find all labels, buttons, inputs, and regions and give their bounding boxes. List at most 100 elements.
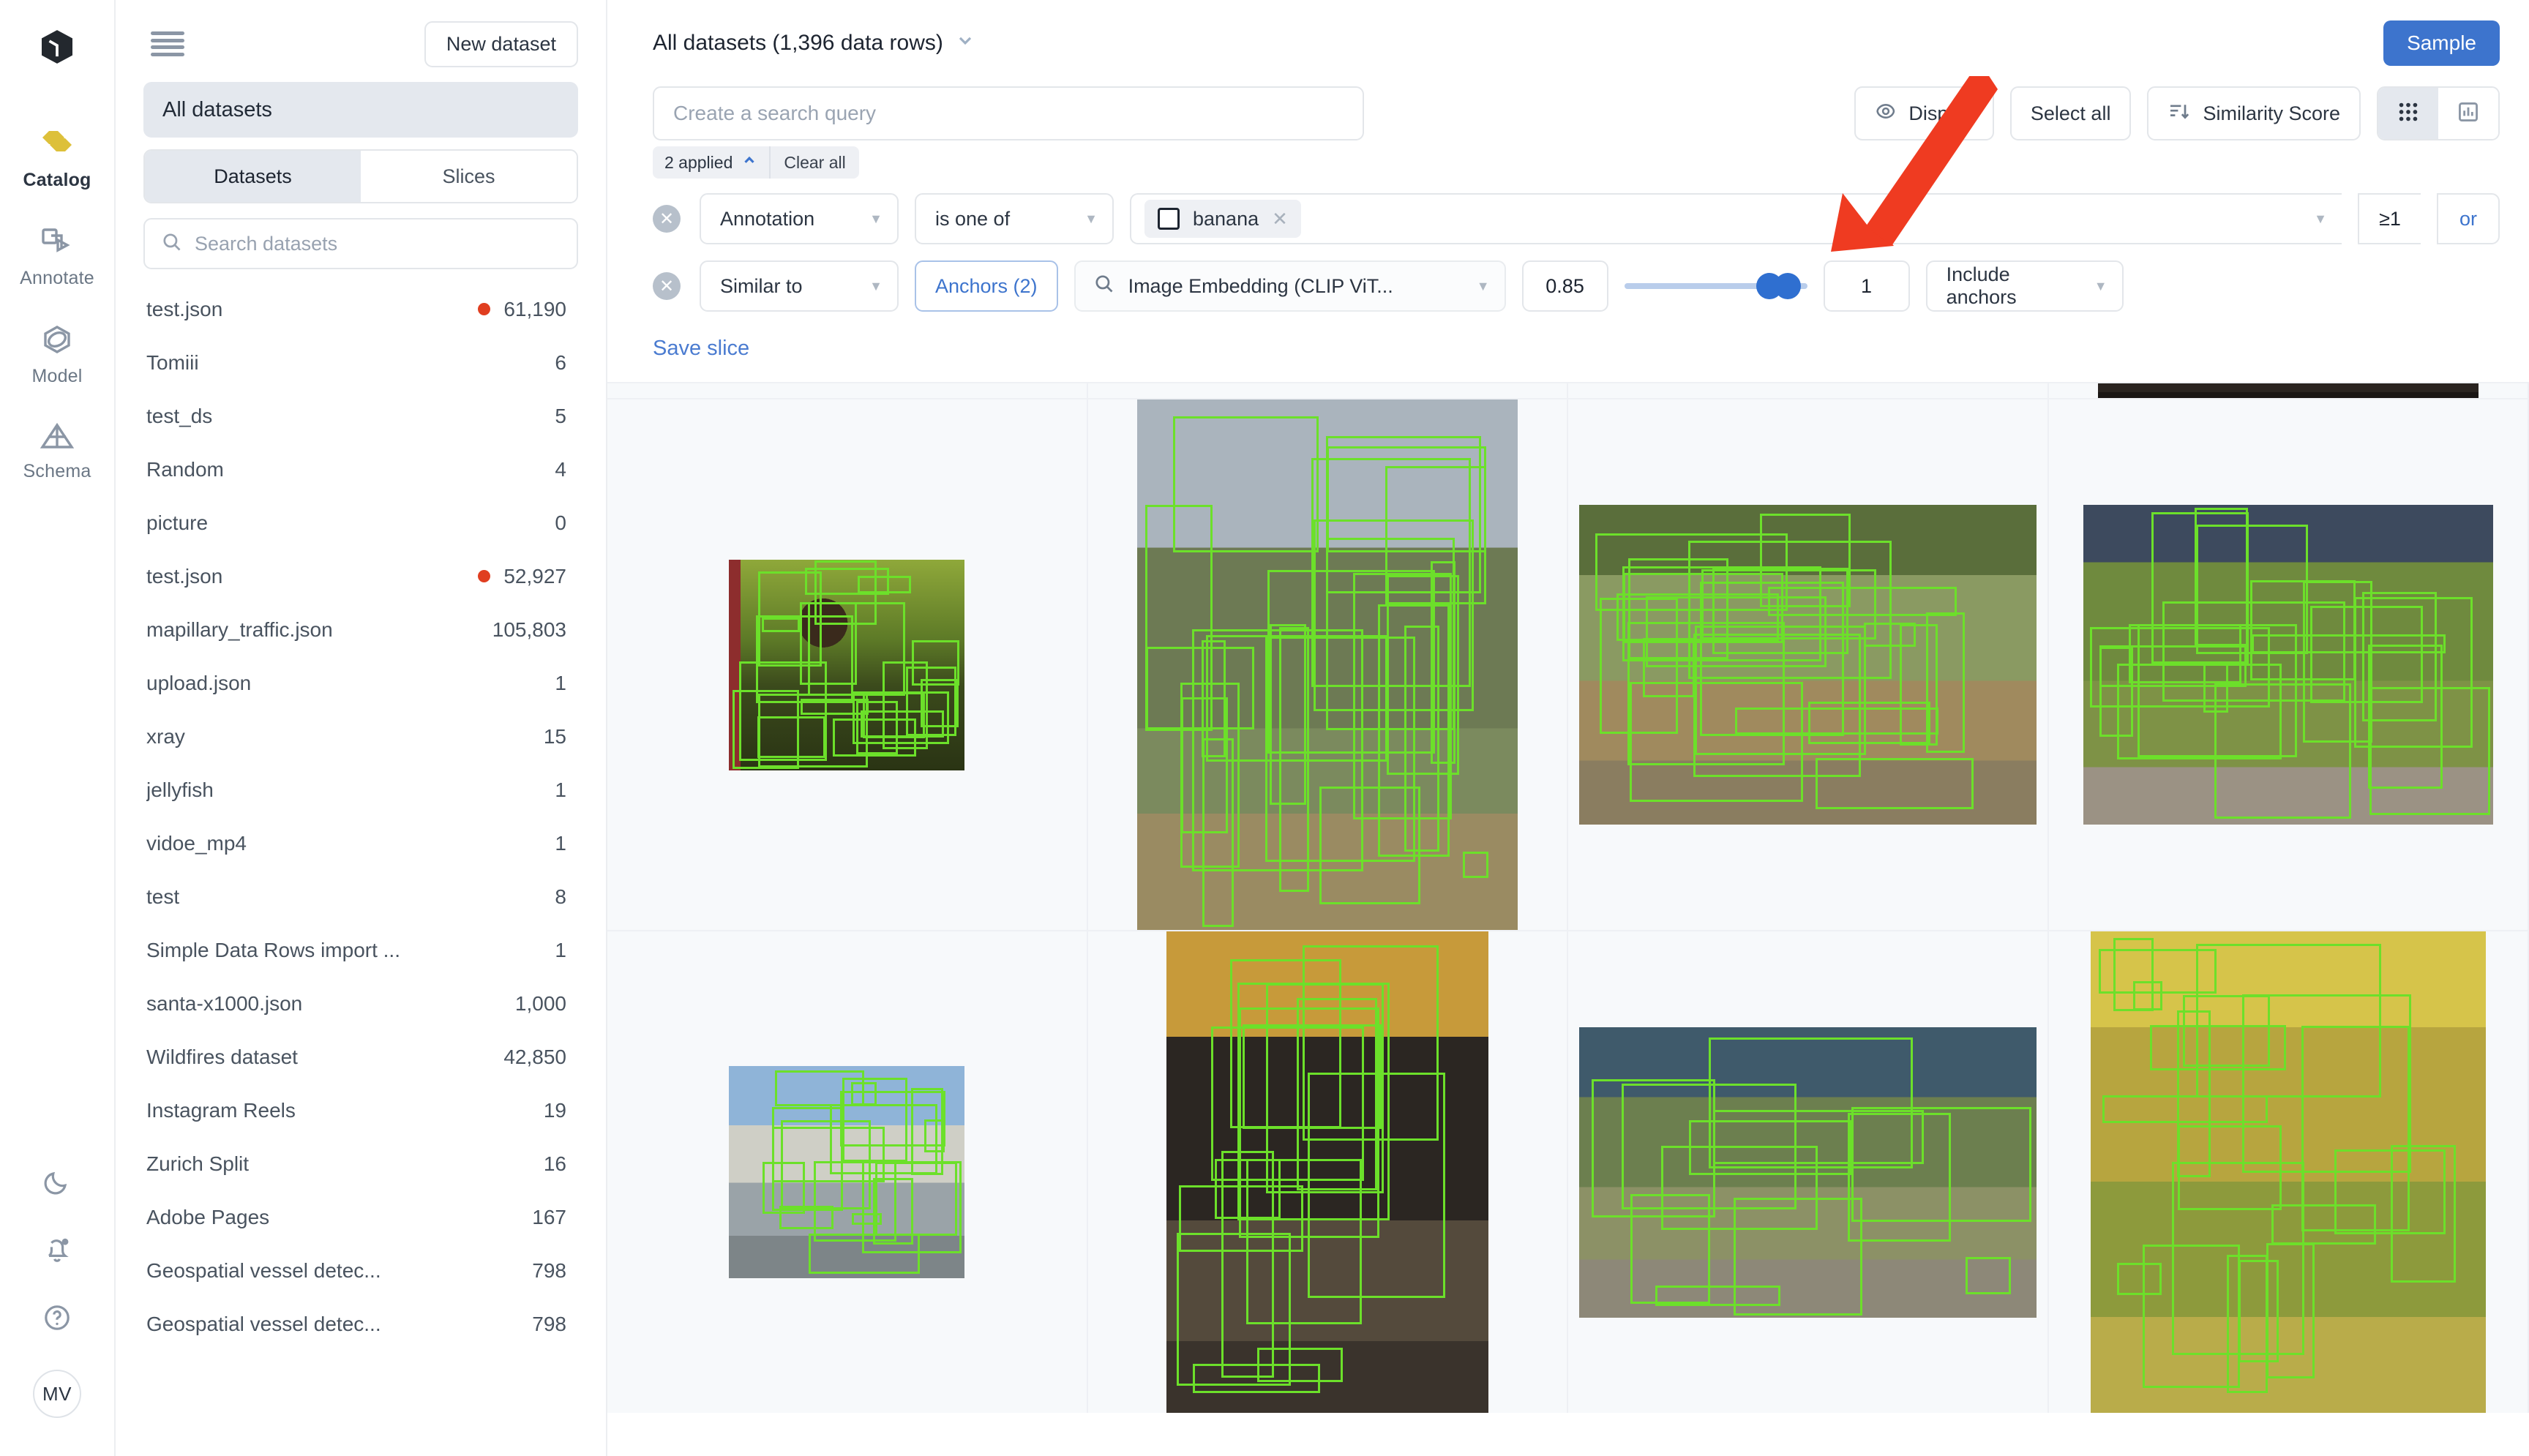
- dataset-list-item[interactable]: Zurich Split 16: [143, 1137, 578, 1190]
- embedding-select[interactable]: Image Embedding (CLIP ViT... ▼: [1074, 260, 1506, 312]
- search-query-input[interactable]: [673, 102, 1344, 125]
- dataset-list-item[interactable]: Adobe Pages 167: [143, 1190, 578, 1244]
- eye-icon: [1875, 100, 1897, 127]
- search-query-box[interactable]: [653, 86, 1364, 140]
- bounding-box-annotation: [1177, 1233, 1292, 1386]
- dataset-row-count: 61,190: [503, 297, 566, 320]
- dataset-list-item[interactable]: santa-x1000.json 1,000: [143, 977, 578, 1030]
- dataset-list-item[interactable]: Wildfires dataset 42,850: [143, 1030, 578, 1084]
- tab-slices[interactable]: Slices: [361, 151, 577, 202]
- grid-view-button[interactable]: [2378, 88, 2438, 139]
- sample-button[interactable]: Sample: [2383, 20, 2500, 66]
- dataset-list-item[interactable]: test 8: [143, 870, 578, 923]
- dataset-search-box[interactable]: [143, 218, 578, 269]
- filter-field-select[interactable]: Annotation ▼: [700, 193, 899, 244]
- main-header: All datasets (1,396 data rows) Sample: [607, 0, 2529, 86]
- help-circle-icon[interactable]: [41, 1302, 73, 1337]
- thumb-man-with-bananas[interactable]: [607, 398, 1088, 930]
- chip-checkbox[interactable]: [1158, 208, 1180, 230]
- partial-thumb-top-3[interactable]: [1568, 382, 2049, 398]
- dataset-list-item[interactable]: vidoe_mp4 1: [143, 817, 578, 870]
- sidebar-item-all-datasets[interactable]: All datasets: [143, 82, 578, 138]
- dataset-row-count: 4: [555, 457, 566, 481]
- thumb-roadside-banana-pile[interactable]: [2048, 398, 2529, 930]
- dataset-name: Wildfires dataset: [146, 1045, 298, 1068]
- dataset-list-item[interactable]: test.json 52,927: [143, 549, 578, 603]
- dataset-list-item[interactable]: xray 15: [143, 710, 578, 763]
- thumb-street-market-vendors[interactable]: [1568, 398, 2049, 930]
- similarity-slider[interactable]: [1624, 260, 1807, 312]
- hamburger-menu-icon[interactable]: [151, 31, 184, 56]
- dataset-list-item[interactable]: Geospatial vessel detec... 798: [143, 1297, 578, 1351]
- search-datasets-input[interactable]: [195, 232, 561, 255]
- rail-label-catalog: Catalog: [23, 170, 91, 190]
- partial-thumb-top-1[interactable]: [607, 382, 1088, 398]
- dataset-list-item[interactable]: test_ds 5: [143, 389, 578, 443]
- filter-value-box[interactable]: banana ✕ ▼: [1130, 193, 2342, 244]
- new-dataset-button[interactable]: New dataset: [424, 20, 578, 67]
- display-button[interactable]: Display: [1854, 86, 1994, 140]
- bounding-box-annotation: [851, 1212, 883, 1226]
- dataset-name: xray: [146, 724, 185, 748]
- filter-value-chip[interactable]: banana ✕: [1144, 200, 1301, 238]
- sort-descending-icon: [2168, 100, 2191, 128]
- thumb-vegetable-seller[interactable]: [1568, 930, 2049, 1413]
- breadcrumb[interactable]: All datasets (1,396 data rows): [653, 30, 975, 56]
- dataset-list-item[interactable]: Geospatial vessel detec... 798: [143, 1244, 578, 1297]
- select-all-button[interactable]: Select all: [2009, 86, 2132, 140]
- dataset-meta: 5: [555, 405, 566, 428]
- bell-icon[interactable]: [41, 1234, 73, 1269]
- top-k-input[interactable]: 1: [1823, 260, 1910, 312]
- thumb-shopkeeper-banana-stall[interactable]: [1087, 930, 1568, 1413]
- dataset-list-item[interactable]: picture 0: [143, 496, 578, 549]
- rail-item-model[interactable]: Model: [10, 323, 104, 387]
- avatar[interactable]: MV: [33, 1370, 81, 1418]
- partial-thumb-top-2[interactable]: [1087, 382, 1568, 398]
- moon-icon[interactable]: [41, 1166, 73, 1201]
- similarity-threshold-input[interactable]: 0.85: [1521, 260, 1608, 312]
- applied-count-toggle[interactable]: 2 applied: [653, 146, 771, 179]
- partial-thumb-top-4[interactable]: [2048, 382, 2529, 398]
- dataset-list-item[interactable]: mapillary_traffic.json 105,803: [143, 603, 578, 656]
- bounding-box-annotation: [1172, 416, 1319, 553]
- rail-item-annotate[interactable]: Annotate: [10, 225, 104, 289]
- dataset-list-item[interactable]: Tomiii 6: [143, 336, 578, 389]
- clear-all-button[interactable]: Clear all: [771, 153, 858, 173]
- view-toggle-group: [2377, 86, 2500, 140]
- rail-item-schema[interactable]: Schema: [10, 421, 104, 482]
- dataset-list-item[interactable]: Instagram Reels 19: [143, 1084, 578, 1137]
- anchors-mode-select[interactable]: Include anchors ▼: [1925, 260, 2124, 312]
- bounding-box-annotation: [1735, 707, 1938, 735]
- schema-icon: [38, 421, 76, 455]
- chip-remove-icon[interactable]: ✕: [1272, 208, 1288, 230]
- similarity-field-select[interactable]: Similar to ▼: [700, 260, 899, 312]
- chevron-down-icon: ▼: [2314, 211, 2327, 226]
- anchors-button[interactable]: Anchors (2): [915, 260, 1058, 312]
- results-grid-scroll[interactable]: [607, 382, 2529, 1456]
- save-slice-link[interactable]: Save slice: [653, 337, 749, 361]
- remove-filter-icon[interactable]: ✕: [653, 272, 681, 300]
- thumb-banana-cart-baskets[interactable]: [1087, 398, 1568, 930]
- bounding-box-annotation: [2177, 1125, 2282, 1211]
- dataset-list-item[interactable]: upload.json 1: [143, 656, 578, 710]
- thumb-banana-bunch-vendor[interactable]: [2048, 930, 2529, 1413]
- rail-item-catalog[interactable]: Catalog: [10, 128, 104, 191]
- slider-knob-right[interactable]: [1774, 273, 1801, 299]
- dataset-list-item[interactable]: Random 4: [143, 443, 578, 496]
- dataset-list-item[interactable]: jellyfish 1: [143, 763, 578, 817]
- remove-filter-icon[interactable]: ✕: [653, 205, 681, 233]
- chart-view-button[interactable]: [2438, 88, 2498, 139]
- bounding-box-annotation: [2214, 683, 2351, 819]
- bounding-box-annotation: [1966, 1256, 2012, 1294]
- filter-operator-select[interactable]: is one of ▼: [915, 193, 1114, 244]
- dataset-meta: 167: [532, 1206, 566, 1229]
- sort-similarity-score-button[interactable]: Similarity Score: [2147, 86, 2361, 140]
- dataset-meta: 1: [555, 939, 566, 962]
- dataset-list-item[interactable]: Simple Data Rows import ... 1: [143, 923, 578, 977]
- filter-conjunction-button[interactable]: or: [2437, 193, 2500, 244]
- filter-count-operator[interactable]: ≥1: [2358, 193, 2421, 244]
- tab-datasets[interactable]: Datasets: [145, 151, 361, 202]
- cube-logo-icon[interactable]: [37, 26, 78, 71]
- dataset-list-item[interactable]: test.json 61,190: [143, 282, 578, 336]
- thumb-woman-carrying-basin[interactable]: [607, 930, 1088, 1413]
